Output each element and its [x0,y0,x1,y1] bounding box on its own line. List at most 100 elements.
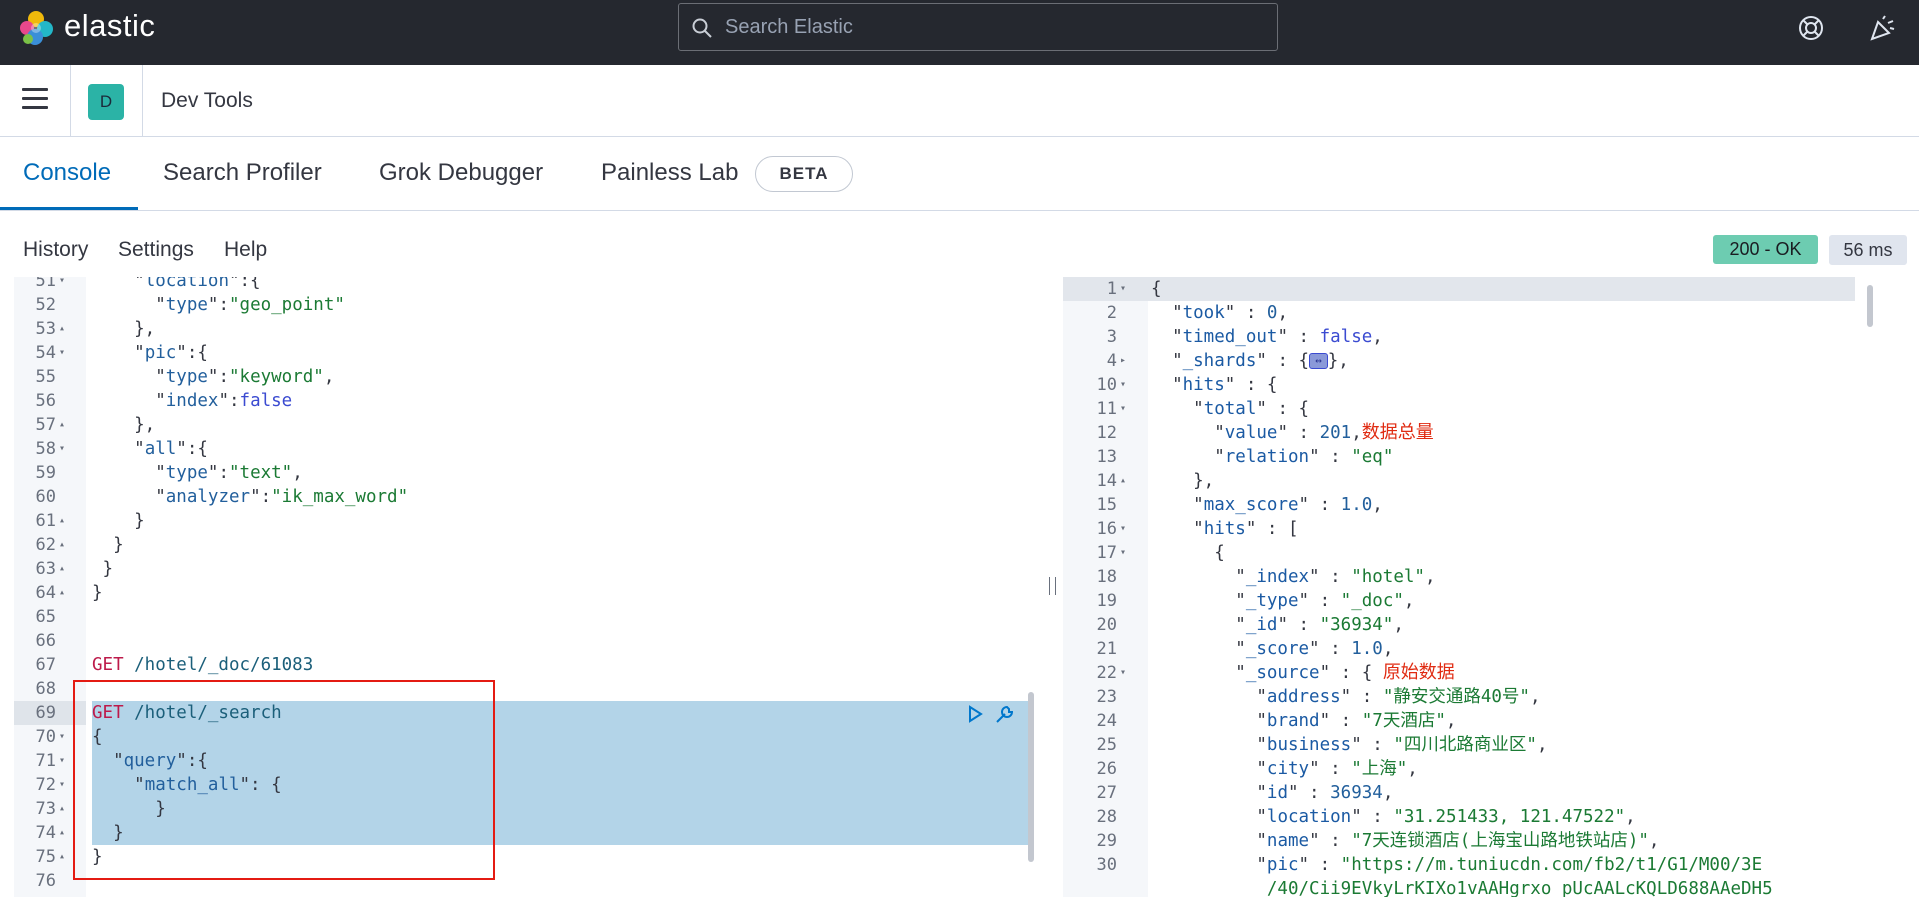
code-token: hits [1203,519,1246,539]
search-input[interactable] [725,12,1265,42]
code-token: name [1266,831,1310,851]
line-number: 28 [1096,807,1117,827]
code-token: } [92,559,114,579]
fold-toggle-icon[interactable]: ▴ [59,533,65,557]
send-request-icon[interactable] [966,705,984,723]
code-token: city [1266,759,1310,779]
code-token: " : [1224,303,1267,323]
code-line: }, [92,317,155,341]
settings-link[interactable]: Settings [118,238,194,262]
line-number: 63 [35,559,56,579]
fold-toggle-icon[interactable]: ▾ [59,773,65,797]
line-number: 57 [35,415,56,435]
fold-toggle-icon[interactable]: ▴ [1120,469,1126,493]
code-token: , [1372,327,1383,347]
code-token: " [1151,495,1204,515]
code-token: "keyword" [229,367,324,387]
line-number: 10 [1096,375,1117,395]
code-line: GET /hotel/_doc/61083 [92,653,313,677]
line-number: 55 [35,367,56,387]
line-number: 1 [1106,279,1117,299]
line-number: 73 [35,799,56,819]
wrench-icon[interactable] [994,703,1016,725]
code-token: " : [1298,855,1341,875]
code-token: " [92,463,166,483]
code-line: "total" : { [1151,397,1309,421]
code-token: "text" [229,463,293,483]
menu-toggle-icon[interactable] [22,88,48,110]
fold-toggle-icon[interactable]: ▾ [1120,661,1126,685]
fold-toggle-icon[interactable]: ▾ [59,725,65,749]
code-token: " : [1309,447,1352,467]
fold-toggle-icon[interactable]: ▴ [59,797,65,821]
history-link[interactable]: History [23,238,88,262]
fold-toggle-icon[interactable]: ▾ [59,341,65,365]
space-avatar[interactable]: D [88,84,124,120]
code-token: _source [1245,663,1320,683]
code-token: false [1319,327,1373,347]
fold-toggle-icon[interactable]: ▴ [59,509,65,533]
line-number: 64 [35,583,56,603]
tab-console[interactable]: Console [23,159,111,187]
line-number: 15 [1096,495,1117,515]
fold-toggle-icon[interactable]: ▴ [59,317,65,341]
fold-toggle-icon[interactable]: ▴ [59,413,65,437]
code-line: "location" : "31.251433, 121.47522", [1151,805,1635,829]
fold-toggle-icon[interactable]: ▾ [1120,277,1126,301]
code-token: _id [1245,615,1278,635]
fold-toggle-icon[interactable]: ▾ [1120,541,1126,565]
response-scrollbar[interactable] [1867,285,1873,327]
help-link[interactable]: Help [224,238,267,262]
code-token: 36934 [1330,783,1383,803]
code-token: brand [1266,711,1320,731]
search-icon [692,18,712,38]
panel-resizer[interactable] [1049,577,1056,595]
code-line: "business" : "四川北路商业区", [1151,733,1547,757]
fold-toggle-icon[interactable]: ▾ [1120,373,1126,397]
code-token: type [165,463,208,483]
breadcrumb: Dev Tools [161,89,253,112]
fold-toggle-icon[interactable]: ▴ [59,845,65,869]
code-token: " : [1277,423,1320,443]
fold-toggle-icon[interactable]: ▴ [59,557,65,581]
code-line: }, [1151,469,1214,493]
request-scrollbar[interactable] [1028,692,1034,862]
fold-toggle-icon[interactable]: ▴ [59,821,65,845]
fold-toggle-icon[interactable]: ▾ [59,749,65,773]
fold-toggle-icon[interactable]: ▾ [1120,397,1126,421]
request-time-badge: 56 ms [1829,235,1907,265]
fold-toggle-icon[interactable]: ▸ [1120,349,1126,373]
tab-grok-debugger[interactable]: Grok Debugger [379,159,543,187]
fold-toggle-icon[interactable]: ▾ [59,277,65,293]
line-number: 56 [35,391,56,411]
elastic-logo-icon[interactable] [16,8,56,48]
line-number: 30 [1096,855,1117,875]
code-token: " : [1319,711,1362,731]
code-token: , [1536,735,1548,755]
nav-divider [142,65,143,137]
fold-toggle-icon[interactable]: ▾ [59,437,65,461]
global-search[interactable] [678,3,1278,51]
line-number: 19 [1096,591,1117,611]
tab-painless-lab[interactable]: Painless Lab [601,159,738,187]
code-line: "id" : 36934, [1151,781,1393,805]
code-token: business [1266,735,1352,755]
help-icon[interactable] [1797,14,1825,42]
code-token: " : [1298,591,1341,611]
app-nav-bar: D Dev Tools [0,65,1919,137]
line-number: 25 [1096,735,1117,755]
code-token: " : { [1256,399,1310,419]
newsfeed-icon[interactable] [1868,14,1896,42]
fold-toggle-icon[interactable]: ▴ [59,581,65,605]
collapsed-object-icon[interactable]: ↔ [1309,353,1328,369]
code-token: "_doc" [1340,591,1404,611]
tab-search-profiler[interactable]: Search Profiler [163,159,322,187]
line-number: 66 [35,631,56,651]
line-number: 69 [35,703,56,723]
code-token: " [1151,855,1267,875]
fold-toggle-icon[interactable]: ▾ [1120,517,1126,541]
code-token: " [92,487,166,507]
line-number: 12 [1096,423,1117,443]
code-token: _score [1245,639,1310,659]
code-line: "pic" : "https://m.tuniucdn.com/fb2/t1/G… [1151,853,1762,877]
